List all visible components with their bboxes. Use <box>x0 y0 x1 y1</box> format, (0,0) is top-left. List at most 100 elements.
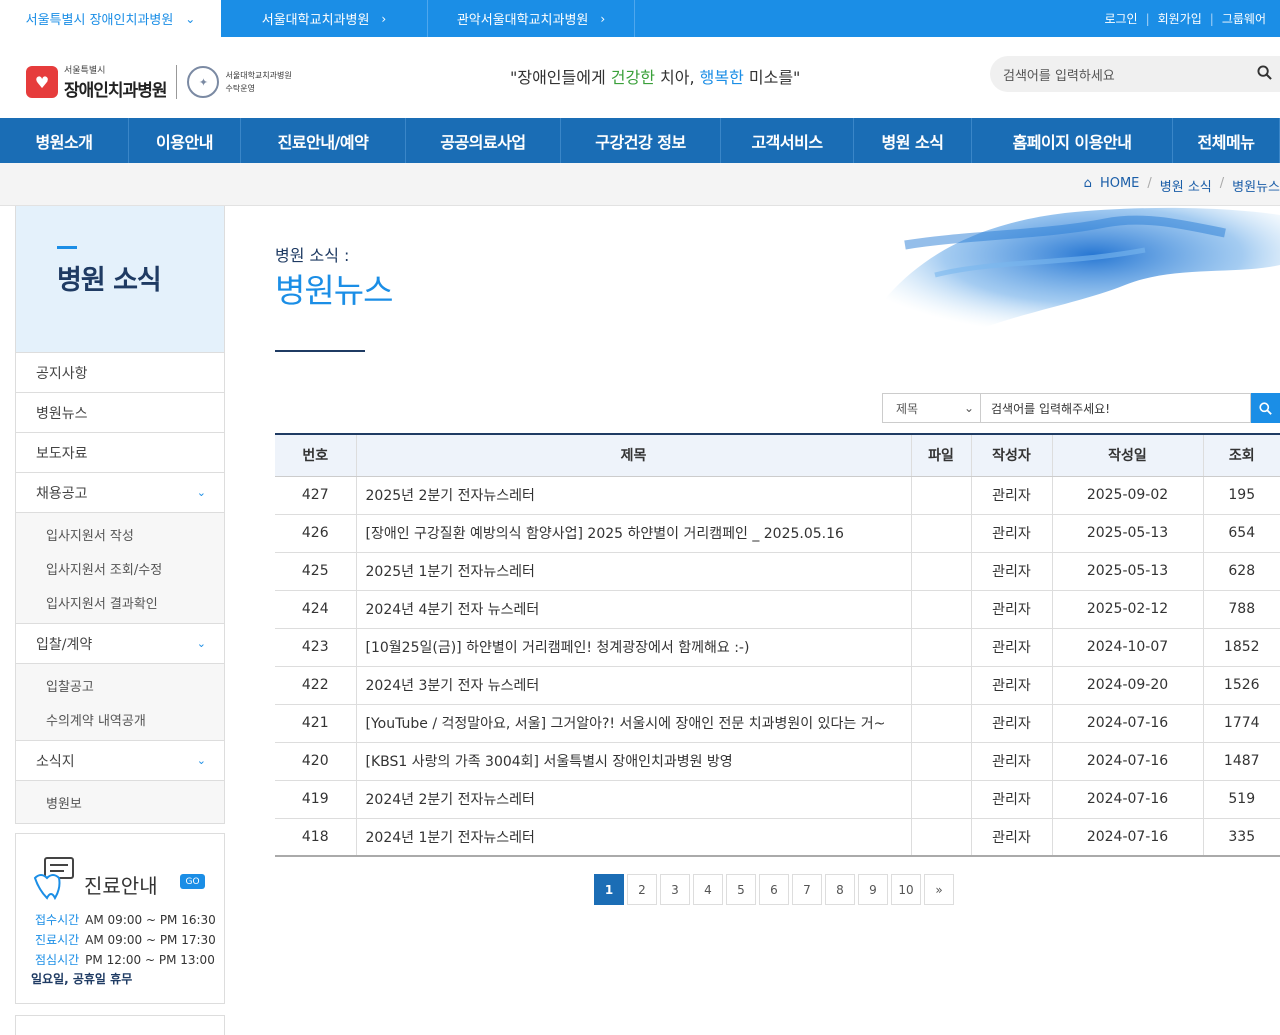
sidebar-menu-item[interactable]: 입찰/계약 ⌄ <box>16 623 224 663</box>
breadcrumb: ⌂ HOME / 병원 소식 / 병원뉴스 <box>1084 176 1280 195</box>
clinic-go-button[interactable]: GO <box>180 874 205 889</box>
nav-item[interactable]: 진료안내/예약 <box>241 118 406 163</box>
breadcrumb-home[interactable]: HOME <box>1100 176 1139 195</box>
search-icon[interactable] <box>1257 65 1272 80</box>
sidebar-submenu-item[interactable]: 병원보 <box>16 785 224 819</box>
sidebar-submenu-item[interactable]: 입사지원서 작성 <box>16 517 224 551</box>
post-number: 423 <box>275 628 356 667</box>
post-title[interactable]: 2024년 1분기 전자뉴스레터 <box>355 818 911 857</box>
post-title[interactable]: 2025년 2분기 전자뉴스레터 <box>355 476 911 515</box>
login-link[interactable]: 로그인 <box>1104 10 1137 27</box>
search-placeholder: 검색어를 입력하세요 <box>1003 68 1115 84</box>
sidebar-menu-item[interactable]: 소식지 ⌄ <box>16 740 224 780</box>
sidebar-title: 병원 소식 <box>57 265 162 296</box>
post-file <box>910 476 971 515</box>
search-icon <box>1259 401 1272 415</box>
site-link-gwanak-dental[interactable]: 관악서울대학교치과병원 › <box>428 0 635 37</box>
slogan-part: "장애인들에게 <box>510 68 611 87</box>
post-author: 관리자 <box>970 628 1052 667</box>
sidebar-submenu: 입사지원서 작성 입사지원서 조회/수정 입사지원서 결과확인 <box>16 512 224 623</box>
post-title[interactable]: 2024년 2분기 전자뉴스레터 <box>355 780 911 819</box>
breadcrumb-current[interactable]: 병원뉴스 <box>1232 176 1280 195</box>
nav-item[interactable]: 병원소개 <box>0 118 129 163</box>
divider <box>176 65 178 99</box>
post-title[interactable]: [KBS1 사랑의 가족 3004회] 서울특별시 장애인치과병원 방영 <box>355 742 911 781</box>
page-button[interactable]: 4 <box>693 874 723 905</box>
sidebar-submenu-item[interactable]: 입찰공고 <box>16 668 224 702</box>
table-header-row: 번호 제목 파일 작성자 작성일 조회 <box>275 433 1280 477</box>
post-views: 1526 <box>1202 666 1280 705</box>
post-author: 관리자 <box>970 666 1052 705</box>
post-number: 426 <box>275 514 356 553</box>
post-file <box>910 742 971 781</box>
slogan: "장애인들에게 건강한 치아, 행복한 미소를" <box>510 64 800 88</box>
page-button[interactable]: 2 <box>627 874 657 905</box>
site-switch-dental-hospital-for-disabled[interactable]: 서울특별시 장애인치과병원 ⌄ <box>0 0 221 37</box>
sidebar-menu-label: 채용공고 <box>36 485 88 502</box>
site-link-snu-dental[interactable]: 서울대학교치과병원 › <box>221 0 428 37</box>
page-button[interactable]: 5 <box>726 874 756 905</box>
post-title[interactable]: 2024년 3분기 전자 뉴스레터 <box>355 666 911 705</box>
page-button[interactable]: 3 <box>660 874 690 905</box>
post-title[interactable]: 2025년 1분기 전자뉴스레터 <box>355 552 911 591</box>
sidebar-menu-item[interactable]: 병원뉴스 <box>16 392 224 432</box>
post-title[interactable]: [YouTube / 걱정말아요, 서울] 그거알아?! 서울시에 장애인 전문… <box>355 704 911 743</box>
chevron-right-icon: › <box>600 11 606 26</box>
page-button[interactable]: 9 <box>858 874 888 905</box>
post-number: 420 <box>275 742 356 781</box>
university-seal-icon: ✦ <box>187 66 220 98</box>
hospital-logo[interactable]: ♥ 서울특별시 장애인치과병원 ✦ 서울대학교치과병원 수탁운영 <box>26 63 292 101</box>
nav-item[interactable]: 고객서비스 <box>721 118 854 163</box>
nav-item[interactable]: 전체메뉴 <box>1173 118 1280 163</box>
sidebar-submenu-item[interactable]: 입사지원서 조회/수정 <box>16 551 224 585</box>
next-page-button[interactable]: » <box>924 874 954 905</box>
site-label: 관악서울대학교치과병원 <box>456 13 589 28</box>
sidebar-submenu: 입찰공고 수의계약 내역공개 <box>16 663 224 740</box>
breadcrumb-hospital-news-section[interactable]: 병원 소식 <box>1160 176 1212 195</box>
board-search-input[interactable]: 검색어를 입력해주세요! <box>981 393 1251 423</box>
sidebar-menu-label: 소식지 <box>36 753 75 770</box>
post-date: 2025-02-12 <box>1051 590 1203 629</box>
title-accent-bar <box>57 246 77 249</box>
hours-label: 점심시간 <box>35 953 80 967</box>
table-row: 421 [YouTube / 걱정말아요, 서울] 그거알아?! 서울시에 장애인… <box>275 704 1280 743</box>
top-bar: 서울특별시 장애인치과병원 ⌄ 서울대학교치과병원 › 관악서울대학교치과병원 … <box>0 0 1280 37</box>
clinic-hours-row: 진료시간 AM 09:00 ~ PM 17:30 <box>35 931 216 948</box>
page-button[interactable]: 10 <box>891 874 921 905</box>
holiday-notice: 일요일, 공휴일 휴무 <box>31 972 133 986</box>
sidebar-menu-item[interactable]: 공지사항 <box>16 352 224 392</box>
post-date: 2024-07-16 <box>1051 742 1203 781</box>
post-author: 관리자 <box>970 476 1052 515</box>
nav-item[interactable]: 홈페이지 이용안내 <box>972 118 1173 163</box>
nav-item[interactable]: 병원 소식 <box>854 118 972 163</box>
post-date: 2025-05-13 <box>1051 514 1203 553</box>
board-search-button[interactable] <box>1251 393 1280 423</box>
sidebar-menu-item[interactable]: 채용공고 ⌄ <box>16 472 224 512</box>
sidebar-title-box: 병원 소식 <box>15 206 225 352</box>
search-field-select[interactable]: 제목 ⌄ <box>882 393 981 423</box>
sidebar-submenu-item[interactable]: 수의계약 내역공개 <box>16 702 224 736</box>
site-search-input[interactable]: 검색어를 입력하세요 <box>990 56 1280 92</box>
post-title[interactable]: [장애인 구강질환 예방의식 함양사업] 2025 하얀별이 거리캠페인 _ 2… <box>355 514 911 553</box>
sidebar-menu-item[interactable]: 보도자료 <box>16 432 224 472</box>
post-title[interactable]: 2024년 4분기 전자 뉴스레터 <box>355 590 911 629</box>
page-button[interactable]: 8 <box>825 874 855 905</box>
page-button[interactable]: 7 <box>792 874 822 905</box>
utility-links: 로그인 | 회원가입 | 그룹웨어 <box>1104 0 1266 37</box>
table-row: 419 2024년 2분기 전자뉴스레터 관리자 2024-07-16 519 <box>275 780 1280 819</box>
nav-item[interactable]: 구강건강 정보 <box>561 118 721 163</box>
sidebar-submenu-item[interactable]: 입사지원서 결과확인 <box>16 585 224 619</box>
post-date: 2025-09-02 <box>1051 476 1203 515</box>
home-icon[interactable]: ⌂ <box>1084 176 1092 195</box>
page-button[interactable]: 6 <box>759 874 789 905</box>
groupware-link[interactable]: 그룹웨어 <box>1222 10 1266 27</box>
nav-item[interactable]: 공공의료사업 <box>406 118 561 163</box>
search-placeholder: 검색어를 입력해주세요! <box>991 401 1111 416</box>
post-title[interactable]: [10월25일(금)] 하얀별이 거리캠페인! 청계광장에서 함께해요 :-) <box>355 628 911 667</box>
page-button-current[interactable]: 1 <box>594 874 624 905</box>
signup-link[interactable]: 회원가입 <box>1158 10 1202 27</box>
post-author: 관리자 <box>970 590 1052 629</box>
nav-item[interactable]: 이용안내 <box>129 118 241 163</box>
post-file <box>910 590 971 629</box>
post-views: 628 <box>1202 552 1280 591</box>
